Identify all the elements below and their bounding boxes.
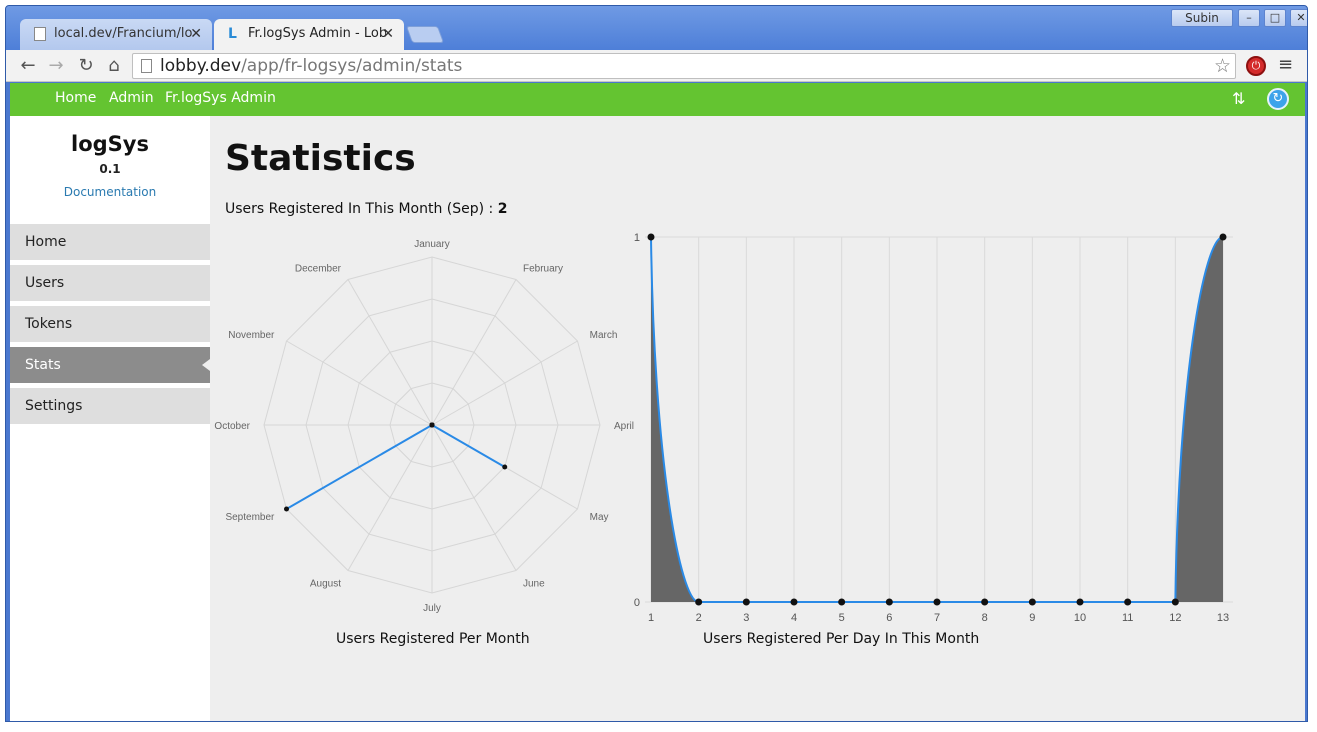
area-data-point xyxy=(1028,598,1036,606)
profile-button[interactable]: Subin xyxy=(1171,9,1233,27)
radar-axis-label: December xyxy=(295,263,342,274)
area-data-point xyxy=(1171,598,1179,606)
radar-data-point xyxy=(502,464,508,470)
nav-home-link[interactable]: Home xyxy=(55,90,96,106)
back-arrow-icon[interactable]: ← xyxy=(16,54,40,78)
y-tick-label: 0 xyxy=(634,597,640,609)
charts-canvas: January February March April May June July Augu… xyxy=(214,232,1233,624)
x-tick-label: 2 xyxy=(696,612,702,624)
x-tick-label: 5 xyxy=(839,612,845,624)
x-tick-label: 11 xyxy=(1122,612,1133,624)
x-tick-label: 3 xyxy=(743,612,749,624)
radar-spoke xyxy=(431,279,517,426)
reload-icon[interactable]: ↻ xyxy=(74,54,98,78)
content-area: logSys 0.1 Documentation Home Users Toke… xyxy=(10,116,1305,721)
radar-axis-label: July xyxy=(423,603,441,614)
x-tick-label: 9 xyxy=(1029,612,1035,624)
lobby-favicon-icon: L xyxy=(228,26,237,42)
radar-spoke xyxy=(286,340,433,426)
app-navbar: Home Admin Fr.logSys Admin ⇅ ↻ xyxy=(10,83,1305,116)
close-icon[interactable]: ✕ xyxy=(190,19,202,49)
close-icon[interactable]: ✕ xyxy=(382,19,394,49)
nav-admin-link[interactable]: Admin xyxy=(109,90,154,106)
url-host: lobby.dev xyxy=(160,56,242,76)
tab-local-dev[interactable]: local.dev/Francium/lo ✕ xyxy=(20,19,212,50)
radar-spoke xyxy=(431,424,517,571)
area-data-point xyxy=(838,598,846,606)
area-data-point xyxy=(933,598,941,606)
area-data-point xyxy=(1219,233,1227,241)
radar-axis-label: June xyxy=(523,579,545,590)
x-tick-label: 10 xyxy=(1074,612,1086,624)
home-icon[interactable]: ⌂ xyxy=(102,54,126,78)
x-tick-label: 12 xyxy=(1169,612,1181,624)
radar-data-point xyxy=(284,506,290,512)
area-data-point xyxy=(647,233,655,241)
forward-arrow-icon[interactable]: → xyxy=(44,54,68,78)
radar-spoke xyxy=(431,340,578,426)
radar-axis-label: January xyxy=(414,239,450,250)
new-tab-button[interactable] xyxy=(405,26,445,43)
page-icon xyxy=(34,27,46,41)
url-text[interactable]: lobby.dev/app/fr-logsys/admin/stats xyxy=(160,56,462,76)
radar-data-point xyxy=(429,422,435,428)
sync-arrows-icon[interactable]: ⇅ xyxy=(1232,89,1245,108)
tab-logsys-admin[interactable]: L Fr.logSys Admin - Lob ✕ xyxy=(214,19,404,50)
area-data-point xyxy=(981,598,989,606)
area-data-point xyxy=(1124,598,1132,606)
radar-axis-label: March xyxy=(590,330,618,341)
address-bar[interactable]: lobby.dev/app/fr-logsys/admin/stats ☆ xyxy=(132,53,1236,79)
radar-axis-label: September xyxy=(225,512,275,523)
browser-window: local.dev/Francium/lo ✕ L Fr.logSys Admi… xyxy=(5,5,1308,722)
radar-axis-label: April xyxy=(614,421,634,432)
radar-axis-label: February xyxy=(523,263,563,274)
minimize-button[interactable]: – xyxy=(1238,9,1260,27)
x-tick-label: 7 xyxy=(934,612,940,624)
x-tick-label: 6 xyxy=(886,612,892,624)
area-data-point xyxy=(695,598,703,606)
page-icon xyxy=(141,59,152,73)
x-tick-label: 4 xyxy=(791,612,797,624)
radar-spoke xyxy=(347,279,433,426)
radar-axis-label: October xyxy=(214,421,250,432)
radar-series-line xyxy=(286,423,506,510)
y-tick-label: 1 xyxy=(634,232,640,244)
url-path: /app/fr-logsys/admin/stats xyxy=(241,56,463,76)
maximize-button[interactable]: □ xyxy=(1264,9,1286,27)
area-data-point xyxy=(790,598,798,606)
radar-axis-label: August xyxy=(310,579,341,590)
area-data-point xyxy=(885,598,893,606)
radar-spoke xyxy=(347,424,433,571)
tab-title: local.dev/Francium/lo xyxy=(54,26,192,41)
area-data-point xyxy=(742,598,750,606)
tab-title: Fr.logSys Admin - Lob xyxy=(248,26,386,41)
area-data-point xyxy=(1076,598,1084,606)
extension-stop-icon[interactable]: ⏻ xyxy=(1246,56,1266,76)
radar-axis-label: May xyxy=(590,512,609,523)
browser-toolbar: ← → ↻ ⌂ lobby.dev/app/fr-logsys/admin/st… xyxy=(6,50,1307,82)
x-tick-label: 8 xyxy=(982,612,988,624)
menu-icon[interactable]: ≡ xyxy=(1278,54,1293,75)
nav-logsys-admin-link[interactable]: Fr.logSys Admin xyxy=(165,90,276,106)
radar-chart-title: Users Registered Per Month xyxy=(336,631,530,647)
area-chart-title: Users Registered Per Day In This Month xyxy=(703,631,980,647)
radar-axis-label: November xyxy=(228,330,275,341)
window-close-button[interactable]: ✕ xyxy=(1290,9,1307,27)
bookmark-star-icon[interactable]: ☆ xyxy=(1214,55,1231,77)
refresh-icon[interactable]: ↻ xyxy=(1267,88,1289,110)
x-tick-label: 13 xyxy=(1217,612,1229,624)
title-bar: local.dev/Francium/lo ✕ L Fr.logSys Admi… xyxy=(6,6,1307,50)
x-tick-label: 1 xyxy=(648,612,654,624)
